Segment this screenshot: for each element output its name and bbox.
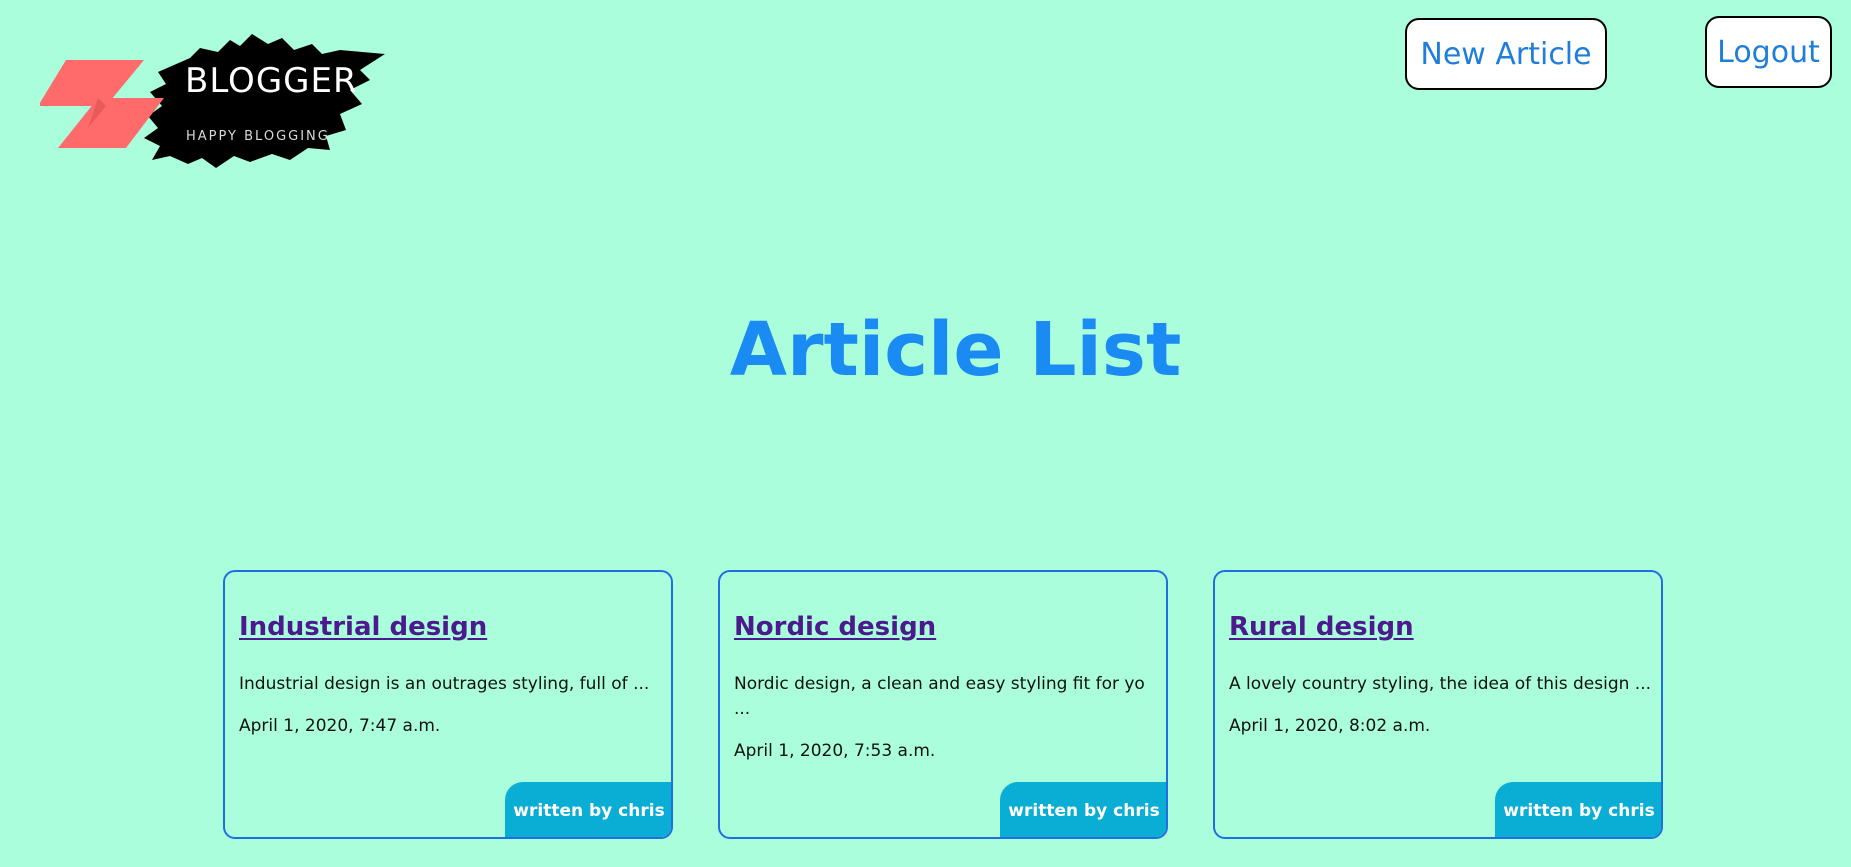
article-date: April 1, 2020, 7:47 a.m. <box>239 716 441 736</box>
new-article-button[interactable]: New Article <box>1405 18 1607 90</box>
logo-title: BLOGGER <box>185 61 358 101</box>
article-excerpt-text: Nordic design, a clean and easy styling … <box>734 674 1145 719</box>
author-badge[interactable]: written by chris <box>1495 782 1661 837</box>
article-title-link[interactable]: Rural design <box>1229 612 1414 643</box>
page-title: Article List <box>729 307 1182 393</box>
logo-splash <box>144 34 385 168</box>
article-title-link[interactable]: Nordic design <box>734 612 936 643</box>
article-excerpt: Nordic design, a clean and easy styling … <box>734 672 1159 764</box>
logout-button[interactable]: Logout <box>1705 16 1832 88</box>
article-excerpt: Industrial design is an outrages styling… <box>239 672 664 739</box>
article-title-link[interactable]: Industrial design <box>239 612 487 643</box>
article-excerpt-text: Industrial design is an outrages styling… <box>239 674 650 694</box>
article-date: April 1, 2020, 7:53 a.m. <box>734 741 936 761</box>
article-excerpt-text: A lovely country styling, the idea of th… <box>1229 674 1652 694</box>
article-card: Rural design A lovely country styling, t… <box>1213 570 1663 839</box>
author-badge[interactable]: written by chris <box>505 782 671 837</box>
article-excerpt: A lovely country styling, the idea of th… <box>1229 672 1654 739</box>
article-card: Industrial design Industrial design is a… <box>223 570 673 839</box>
blogger-logo[interactable]: BLOGGER HAPPY BLOGGING <box>40 30 390 170</box>
author-badge[interactable]: written by chris <box>1000 782 1166 837</box>
article-date: April 1, 2020, 8:02 a.m. <box>1229 716 1431 736</box>
article-card: Nordic design Nordic design, a clean and… <box>718 570 1168 839</box>
logo-tagline: HAPPY BLOGGING <box>186 129 330 144</box>
